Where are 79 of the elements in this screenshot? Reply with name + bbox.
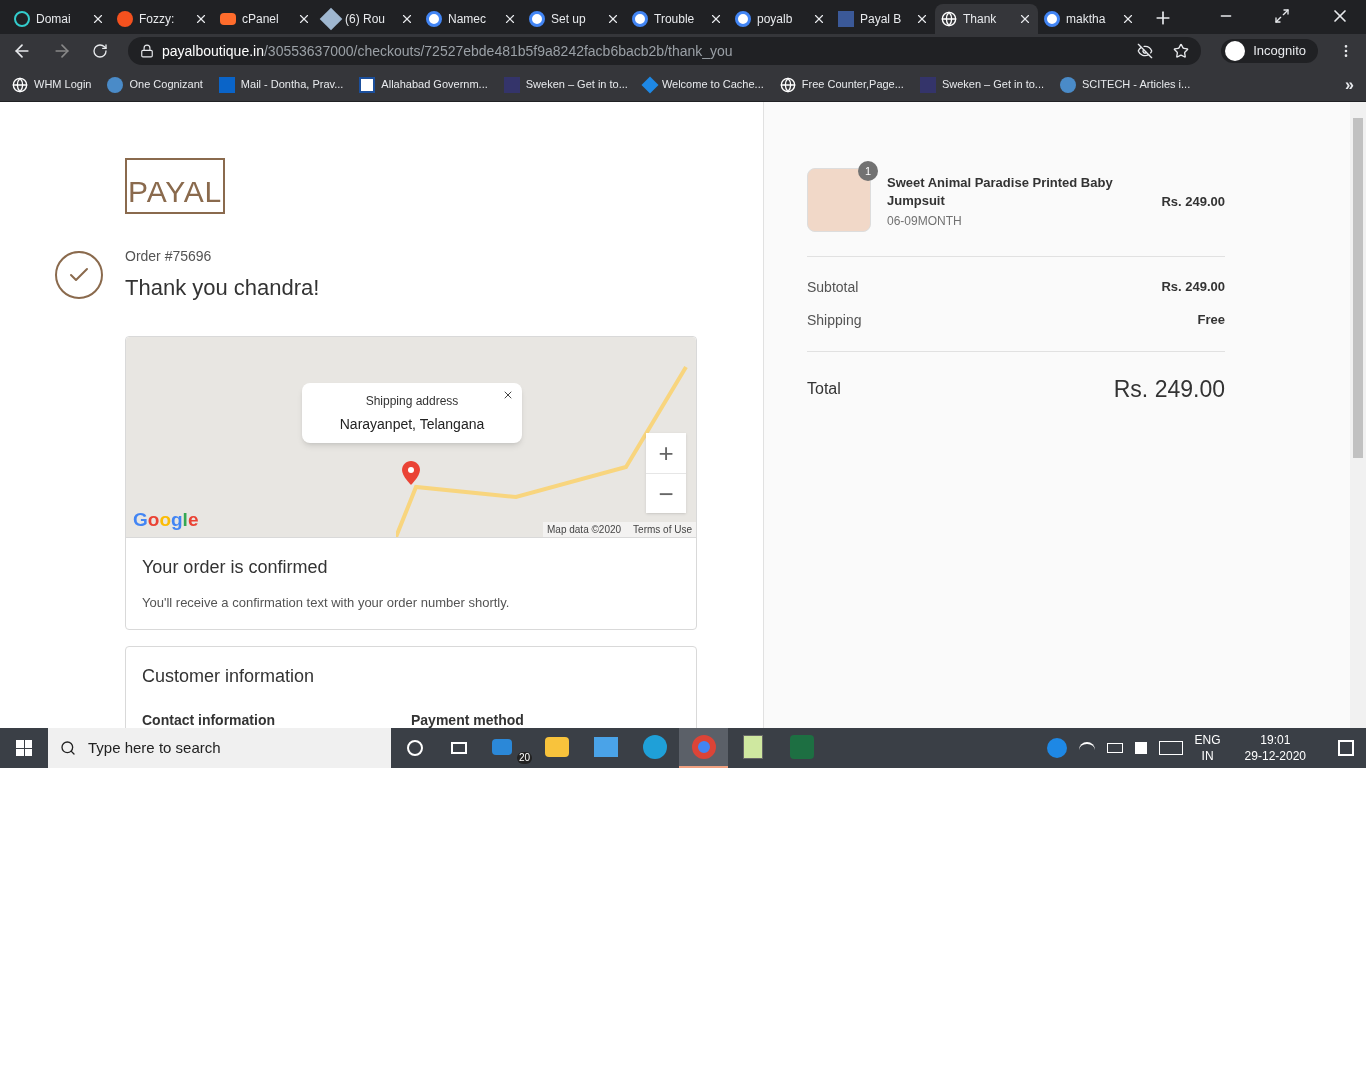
subtotal-label: Subtotal [807, 278, 859, 297]
total-value: Rs. 249.00 [1113, 375, 1225, 404]
language-indicator[interactable]: ENG IN [1194, 732, 1221, 764]
browser-tab[interactable]: Namec [420, 4, 523, 34]
popup-title: Shipping address [365, 392, 459, 410]
restore-icon[interactable] [1274, 8, 1290, 24]
bookmark[interactable]: Welcome to Cache... [643, 76, 768, 93]
search-icon [60, 740, 76, 756]
browser-tab[interactable]: poyalb [729, 4, 832, 34]
bookmark[interactable]: WHM Login [12, 76, 96, 93]
taskbar-app[interactable]: 20 [483, 728, 532, 768]
browser-tab[interactable]: Fozzy: [111, 4, 214, 34]
browser-tab[interactable]: Trouble [626, 4, 729, 34]
confirmed-text: You'll receive a confirmation text with your order number shortly. [142, 594, 511, 612]
bookmark[interactable]: SCITECH - Articles i... [1060, 76, 1195, 93]
close-icon[interactable] [1018, 12, 1032, 26]
confirmed-heading: Your order is confirmed [142, 556, 329, 579]
battery-icon[interactable] [1106, 743, 1123, 753]
browser-tab[interactable]: Set up [523, 4, 626, 34]
close-icon[interactable] [915, 12, 929, 26]
customer-heading: Customer information [142, 664, 316, 688]
payment-label: Payment method [411, 710, 525, 728]
thank-you-heading: Thank you chandra! [125, 274, 320, 302]
task-view-icon[interactable] [451, 742, 467, 754]
browser-tab[interactable]: Thank [935, 4, 1038, 34]
subtotal-value: Rs. 249.00 [1161, 278, 1225, 296]
browser-tab[interactable]: Domai [8, 4, 111, 34]
browser-tab[interactable]: maktha [1038, 4, 1141, 34]
browser-tab[interactable]: (6) Rou [317, 4, 420, 34]
shipping-value: Free [1197, 311, 1225, 329]
order-number: Order #75696 [125, 247, 213, 266]
close-icon[interactable] [400, 12, 414, 26]
product-variant: 06-09MONTH [887, 213, 963, 230]
close-icon[interactable] [1121, 12, 1135, 26]
profile-button[interactable]: Incognito [1221, 39, 1318, 63]
cortana-icon[interactable] [407, 740, 423, 756]
scrollbar[interactable] [1350, 102, 1366, 728]
bookmark[interactable]: Allahabad Governm... [359, 76, 492, 93]
shipping-label: Shipping [807, 311, 862, 330]
product-name: Sweet Animal Paradise Printed Baby Jumpsuit [887, 174, 1114, 210]
close-icon[interactable] [194, 12, 208, 26]
folder-icon[interactable] [544, 737, 569, 757]
bookmark[interactable]: Free Counter,Page... [779, 76, 908, 93]
product-price: Rs. 249.00 [1161, 193, 1225, 211]
google-logo: Google [133, 507, 199, 532]
browser-tab[interactable]: Payal B [832, 4, 935, 34]
quantity-badge: 1 [858, 161, 878, 181]
zoom-in-button[interactable]: + [646, 433, 686, 473]
map-pin-icon [402, 461, 420, 485]
popup-place: Narayanpet, Telangana [339, 414, 485, 434]
close-icon[interactable] [91, 12, 105, 26]
clock[interactable]: 19:01 29-12-2020 [1244, 732, 1306, 764]
browser-tab[interactable]: cPanel [214, 4, 317, 34]
star-icon[interactable] [1173, 43, 1190, 59]
terms-link[interactable]: Terms of Use [633, 522, 692, 537]
taskbar-search-field[interactable]: Type here to search [48, 728, 391, 768]
close-icon[interactable] [709, 12, 723, 26]
zoom-out-button[interactable]: − [646, 473, 686, 513]
lock-icon [140, 44, 154, 58]
address-bar[interactable]: payalboutique.in/30553637000/checkouts/72527ebde481b5f9a8242facb6bacb2b/thank_you [128, 37, 1202, 65]
payal-logo[interactable]: PAYAL [125, 158, 225, 214]
url-text: payalboutique.in/30553637000/checkouts/72527ebde481b5f9a8242facb6bacb2b/thank_you [162, 41, 734, 61]
bookmark[interactable]: One Cognizant [107, 76, 207, 93]
bookmark[interactable]: Mail - Dontha, Prav... [218, 76, 348, 93]
total-label: Total [807, 379, 841, 400]
mail-count-badge: 20 [516, 752, 532, 764]
window-icon[interactable] [593, 737, 618, 757]
map-data-text: Map data ©2020 [547, 523, 622, 537]
bookmark[interactable]: Sweken – Get in to... [919, 76, 1049, 93]
close-icon[interactable] [297, 12, 311, 26]
reload-icon[interactable] [92, 43, 108, 59]
close-icon[interactable] [502, 389, 514, 401]
close-icon[interactable] [503, 12, 517, 26]
more-bookmarks[interactable]: » [1345, 72, 1354, 97]
contact-label: Contact information [142, 710, 276, 728]
bookmark[interactable]: Sweken – Get in to... [503, 76, 632, 93]
close-icon[interactable] [812, 12, 826, 26]
eye-off-icon[interactable] [1137, 43, 1154, 59]
close-icon[interactable] [606, 12, 620, 26]
